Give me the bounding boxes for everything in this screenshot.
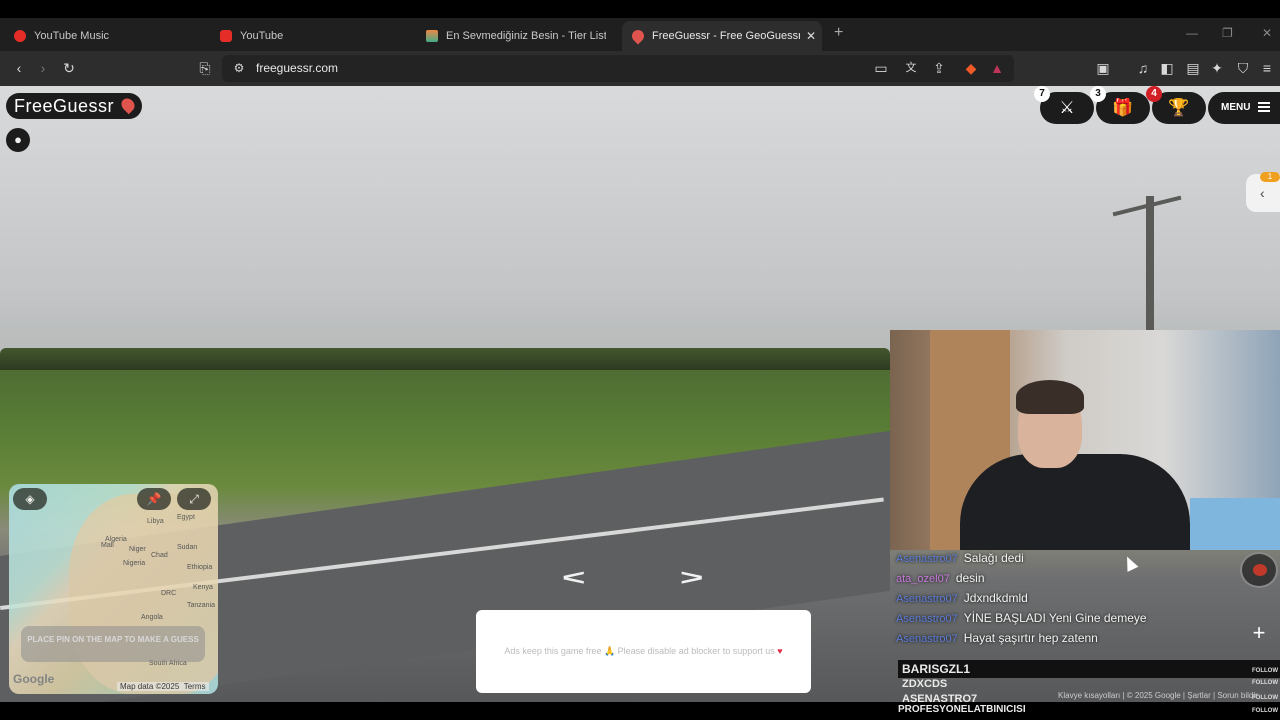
back-icon[interactable]: ‹ — [10, 60, 28, 76]
forward-icon[interactable]: › — [34, 60, 52, 76]
hamburger-icon — [1258, 102, 1270, 104]
trophy-icon: 🏆 — [1168, 98, 1190, 117]
follower-row: PROFESYONELATBINICISI FOLLOW — [898, 704, 1278, 715]
new-tab-icon[interactable]: + — [834, 24, 843, 42]
gift-icon: 🎁 — [1112, 98, 1134, 117]
chat-message: Asenastro07 YİNE BAŞLADI Yeni Gine demeye — [896, 611, 1147, 625]
shop-badge: 3 — [1090, 86, 1106, 102]
restore-icon[interactable]: ❐ — [1222, 26, 1233, 40]
brave-rewards-icon[interactable]: ▲ — [988, 60, 1006, 76]
reload-icon[interactable]: ↻ — [60, 60, 78, 76]
heart-icon: ♥ — [777, 646, 783, 656]
tab-freeguessr[interactable]: FreeGuessr - Free GeoGuessr Alt ✕ — [622, 21, 822, 51]
side-panel-badge: 1 — [1260, 172, 1280, 182]
google-footer: Klavye kısayolları | © 2025 Google | Şar… — [1058, 691, 1258, 700]
stream-chat: Asenastro07 Salağı dedi ata_ozel07 desin A… — [896, 551, 1280, 651]
zoom-in-icon[interactable]: + — [1244, 618, 1274, 648]
chat-message: Asenastro07 Salağı dedi — [896, 551, 1024, 565]
street-view-page[interactable]: FreeGuessr ● 7 ⚔ 3 🎁 4 🏆 MENU 1 ‹ < > Al… — [0, 86, 1280, 702]
browser-toolbar: ‹ › ↻ ⎘ ⚙ freeguessr.com ▭ 文 ⇪ ◆ ▲ ▣ ♫ ◧… — [0, 51, 1280, 86]
tab-youtube[interactable]: YouTube — [210, 21, 410, 51]
tab-strip: YouTube Music YouTube En Sevmediğiniz Be… — [0, 18, 1280, 51]
tab-tier-list[interactable]: En Sevmediğiniz Besin - Tier List, Kör — [416, 21, 616, 51]
bookmark-icon[interactable]: ⎘ — [196, 60, 214, 76]
google-logo: Google — [13, 672, 55, 686]
tierlist-icon — [426, 30, 438, 42]
profile-avatar-icon[interactable]: ● — [6, 128, 30, 152]
treeline — [0, 348, 890, 370]
chat-message: Asenastro07 Hayat şaşırtır hep zatenn — [896, 631, 1098, 645]
media-icon[interactable]: ♫ — [1134, 60, 1152, 76]
streamer-webcam — [890, 330, 1280, 550]
crossed-swords-icon: ⚔ — [1059, 98, 1075, 117]
top-black-bar — [0, 0, 1280, 18]
ad-notice: Ads keep this game free 🙏 Please disable… — [476, 610, 811, 693]
leo-ai-icon[interactable]: ✦ — [1208, 60, 1226, 76]
youtube-icon — [220, 30, 232, 42]
browser-window: YouTube Music YouTube En Sevmediğiniz Be… — [0, 0, 1280, 720]
compass-icon[interactable] — [1240, 552, 1278, 588]
nav-arrow-right-icon[interactable]: > — [680, 567, 703, 589]
logo-pin-icon — [118, 95, 138, 115]
site-settings-icon[interactable]: ⚙ — [230, 60, 248, 76]
minimap-africa — [69, 494, 218, 694]
vpn-icon[interactable]: ⛉ — [1234, 60, 1252, 76]
translate-icon[interactable]: 文 — [902, 60, 920, 76]
terms-link[interactable]: Terms — [184, 682, 206, 691]
close-window-icon[interactable]: ✕ — [1262, 26, 1272, 40]
bottom-black-bar: PROFESYONELATBINICISI FOLLOW — [0, 702, 1280, 720]
address-bar[interactable]: ⚙ freeguessr.com ▭ 文 ⇪ ◆ ▲ — [222, 55, 1014, 82]
share-icon[interactable]: ⇪ — [930, 60, 948, 76]
menu-button[interactable]: MENU — [1208, 92, 1280, 124]
freeguessr-pin-icon — [629, 27, 647, 45]
chat-message: Asenastro07 Jdxndkdmld — [896, 591, 1028, 605]
utility-pole — [1146, 196, 1154, 336]
layers-icon[interactable]: ◈ — [13, 488, 47, 510]
side-panel-toggle[interactable]: 1 ‹ — [1246, 172, 1280, 212]
browser-menu-icon[interactable]: ≡ — [1258, 60, 1276, 76]
leaderboard-button[interactable]: 4 🏆 — [1146, 86, 1206, 124]
make-guess-button[interactable]: PLACE PIN ON THE MAP TO MAKE A GUESS — [21, 626, 205, 662]
guess-minimap[interactable]: Algeria Libya Egypt Mali Niger Chad Suda… — [9, 484, 218, 694]
battle-badge: 7 — [1034, 86, 1050, 102]
webcam-bed — [1190, 498, 1280, 550]
chevron-left-icon: ‹ — [1260, 185, 1265, 201]
shop-button[interactable]: 3 🎁 — [1090, 86, 1150, 124]
cast-icon[interactable]: ▭ — [872, 60, 890, 76]
minimize-icon[interactable]: — — [1186, 26, 1198, 40]
panel-icon[interactable]: ◧ — [1158, 60, 1176, 76]
webcam-streamer-body — [960, 454, 1190, 550]
map-attribution: Map data ©2025 Terms — [117, 682, 209, 691]
close-tab-icon[interactable]: ✕ — [806, 29, 816, 43]
battle-button[interactable]: 7 ⚔ — [1034, 86, 1094, 124]
url-text: freeguessr.com — [256, 61, 339, 75]
sidebar-icon[interactable]: ▣ — [1094, 60, 1112, 76]
webcam-streamer-hair — [1016, 380, 1084, 414]
expand-map-icon[interactable]: ⤢ — [177, 488, 211, 510]
youtube-music-icon — [14, 30, 26, 42]
pin-toggle-icon[interactable]: 📌 — [137, 488, 171, 510]
leaderboard-badge: 4 — [1146, 86, 1162, 102]
follower-row: BARISGZL1 FOLLOW — [898, 660, 1280, 678]
tab-youtube-music[interactable]: YouTube Music — [4, 21, 204, 51]
chat-message: ata_ozel07 desin — [896, 571, 985, 585]
nav-arrow-left-icon[interactable]: < — [562, 567, 585, 589]
wallet-icon[interactable]: ▤ — [1184, 60, 1202, 76]
freeguessr-logo[interactable]: FreeGuessr — [6, 93, 143, 119]
brave-shield-icon[interactable]: ◆ — [962, 60, 980, 76]
